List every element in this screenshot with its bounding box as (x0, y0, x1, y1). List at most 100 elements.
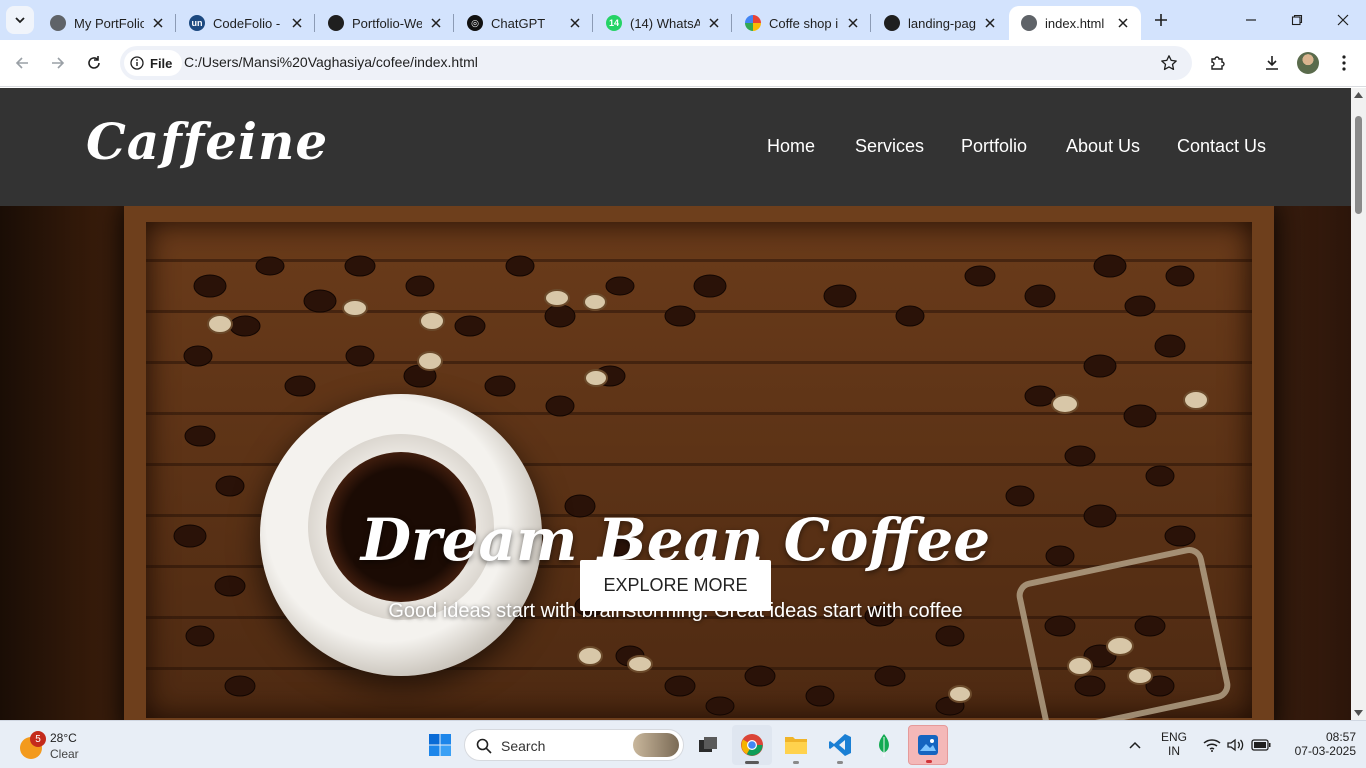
nav-home[interactable]: Home (767, 136, 815, 157)
tab-chatgpt[interactable]: ◎ ChatGPT (455, 6, 593, 40)
taskbar-photos[interactable] (908, 725, 948, 765)
search-icon (476, 738, 492, 754)
tab-landing-page[interactable]: landing-pag (872, 6, 1008, 40)
taskbar-chrome[interactable] (732, 725, 772, 765)
menu-button[interactable] (1329, 48, 1359, 78)
taskbar-file-explorer[interactable] (776, 725, 816, 765)
avatar (1297, 52, 1319, 74)
whatsapp-icon: 14 (606, 15, 622, 31)
info-icon (130, 56, 144, 70)
close-icon[interactable] (289, 15, 305, 31)
new-tab-button[interactable] (1149, 8, 1173, 32)
restore-button[interactable] (1274, 0, 1320, 40)
tab-search-button[interactable] (6, 6, 34, 34)
reload-button[interactable] (79, 48, 109, 78)
tab-title: My PortFolio (74, 15, 144, 31)
tab-whatsapp[interactable]: 14 (14) WhatsAp (594, 6, 732, 40)
tab-codefolio[interactable]: un CodeFolio - I (177, 6, 315, 40)
profile-button[interactable] (1293, 48, 1323, 78)
clock-time: 08:57 (1325, 730, 1356, 744)
site-info-label: File (150, 55, 173, 71)
chatgpt-icon: ◎ (467, 15, 483, 31)
arrow-left-icon (15, 57, 28, 69)
tab-portfolio-web[interactable]: Portfolio-We (316, 6, 454, 40)
windows-logo-icon (429, 734, 451, 756)
battery-icon[interactable] (1251, 739, 1271, 751)
tab-my-portfolio[interactable]: My PortFolio (38, 6, 176, 40)
taskbar-search[interactable]: Search (464, 729, 684, 761)
page-scrollbar[interactable] (1351, 88, 1366, 720)
close-icon[interactable] (845, 15, 861, 31)
forward-button[interactable] (43, 48, 73, 78)
back-button[interactable] (7, 48, 37, 78)
coffee-beans-illustration (173, 254, 1231, 720)
language-indicator[interactable]: ENG IN (1158, 730, 1190, 758)
close-icon[interactable] (567, 15, 583, 31)
start-button[interactable] (420, 725, 460, 765)
volume-icon[interactable] (1226, 738, 1244, 752)
restore-icon (1291, 14, 1303, 26)
minimize-icon (1246, 19, 1256, 21)
search-placeholder: Search (501, 738, 546, 754)
site-logo[interactable]: Caffeine (86, 112, 328, 171)
site-header: Caffeine Home Services Portfolio About U… (0, 88, 1351, 206)
github-icon (884, 15, 900, 31)
chevron-up-icon[interactable] (1129, 740, 1141, 750)
chevron-down-icon (15, 17, 25, 24)
extensions-button[interactable] (1203, 48, 1233, 78)
task-view-button[interactable] (688, 725, 728, 765)
tab-title: CodeFolio - I (213, 15, 283, 31)
close-icon[interactable] (982, 15, 998, 31)
scroll-up-icon[interactable] (1354, 91, 1363, 98)
explore-more-button[interactable]: EXPLORE MORE (580, 560, 771, 611)
windows-taskbar: 5 28°C Clear Search ENG IN 08:57 07-03-2… (0, 720, 1366, 768)
scroll-down-icon[interactable] (1354, 710, 1363, 717)
taskbar-vscode[interactable] (820, 725, 860, 765)
close-icon[interactable] (1115, 15, 1131, 31)
url-text[interactable]: C:/Users/Mansi%20Vaghasiya/cofee/index.h… (184, 54, 478, 70)
weather-temperature: 28°C (50, 731, 77, 745)
tab-strip: My PortFolio un CodeFolio - I Portfolio-… (0, 0, 1366, 40)
google-icon (745, 15, 761, 31)
tab-title: (14) WhatsAp (630, 15, 700, 31)
close-icon[interactable] (706, 15, 722, 31)
taskbar-mongodb[interactable] (864, 725, 904, 765)
wifi-icon[interactable] (1203, 738, 1221, 752)
downloads-button[interactable] (1257, 48, 1287, 78)
tab-coffee-shop[interactable]: Coffe shop i (733, 6, 871, 40)
folder-icon (785, 737, 807, 754)
plus-icon (1155, 14, 1167, 26)
weather-badge: 5 (30, 731, 46, 747)
vscode-icon (829, 734, 851, 756)
globe-icon (50, 15, 66, 31)
tab-title: Portfolio-We (352, 15, 422, 31)
close-icon[interactable] (150, 15, 166, 31)
language-code: ENG (1160, 730, 1187, 744)
search-highlight-image (633, 733, 679, 757)
scrollbar-thumb[interactable] (1355, 116, 1362, 214)
puzzle-icon (1211, 56, 1225, 70)
close-window-button[interactable] (1320, 0, 1366, 40)
tab-index-html[interactable]: index.html (1009, 6, 1141, 40)
weather-widget[interactable]: 5 28°C Clear (16, 727, 116, 763)
tab-title: ChatGPT (491, 15, 546, 31)
download-icon (1266, 56, 1278, 70)
bookmark-star-icon[interactable] (1160, 54, 1178, 72)
nav-services[interactable]: Services (855, 136, 924, 157)
tab-title: index.html (1045, 15, 1105, 31)
address-bar[interactable]: File C:/Users/Mansi%20Vaghasiya/cofee/in… (120, 46, 1192, 80)
nav-about-us[interactable]: About Us (1066, 136, 1140, 157)
close-icon (1337, 14, 1349, 26)
clock[interactable]: 08:57 07-03-2025 (1282, 730, 1356, 758)
browser-toolbar: File C:/Users/Mansi%20Vaghasiya/cofee/in… (0, 40, 1366, 87)
photos-icon (918, 735, 938, 755)
page-viewport: Caffeine Home Services Portfolio About U… (0, 88, 1351, 720)
nav-contact-us[interactable]: Contact Us (1177, 136, 1266, 157)
close-icon[interactable] (428, 15, 444, 31)
minimize-button[interactable] (1228, 0, 1274, 40)
nav-portfolio[interactable]: Portfolio (961, 136, 1027, 157)
language-region: IN (1168, 744, 1180, 758)
hero-section: Dream Bean Coffee Good ideas start with … (0, 206, 1351, 720)
github-icon (328, 15, 344, 31)
site-info-chip[interactable]: File (124, 50, 183, 76)
